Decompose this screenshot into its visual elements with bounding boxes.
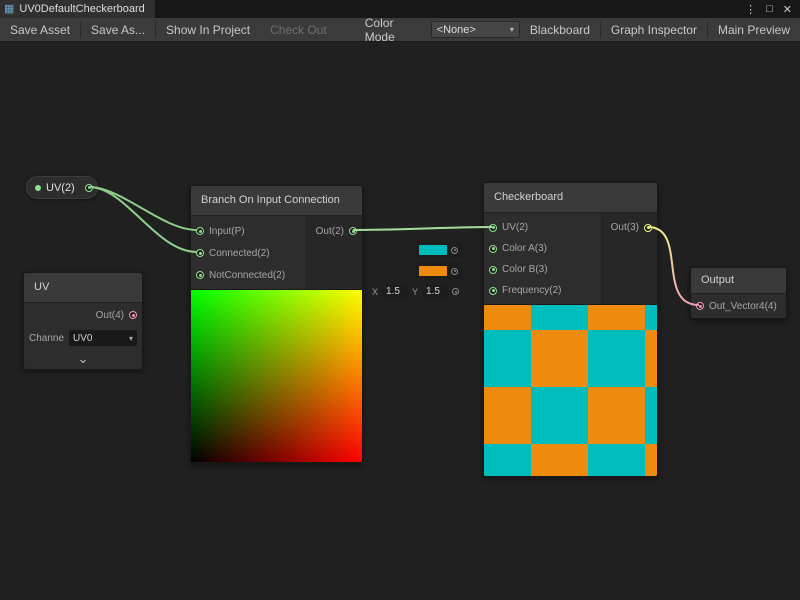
toolbar-right-group: Blackboard Graph Inspector Main Preview (520, 18, 800, 41)
edge-branch-out-to-checkerboard-uv[interactable] (353, 227, 492, 230)
color-b-control (415, 263, 462, 279)
branch-out-port[interactable] (349, 227, 357, 235)
color-b-stub-dot (451, 268, 458, 275)
output-port-label: Out_Vector4(4) (709, 301, 777, 312)
branch-connected-port[interactable] (196, 249, 204, 257)
checkerboard-color-a-label: Color A(3) (502, 243, 547, 254)
checkerboard-color-a-port[interactable] (489, 245, 497, 253)
port-row: Input(P) (191, 220, 306, 242)
frequency-x-label: X (372, 287, 378, 297)
uv-out-port[interactable] (129, 311, 137, 319)
color-a-swatch[interactable] (419, 245, 447, 255)
color-mode-value: <None> (437, 24, 476, 36)
branch-node-title: Branch On Input Connection (191, 186, 362, 216)
graph-inspector-button[interactable]: Graph Inspector (601, 18, 707, 41)
graph-tab[interactable]: ▦ UV0DefaultCheckerboard (0, 0, 155, 18)
checkerboard-out-port[interactable] (644, 224, 652, 232)
branch-input-port[interactable] (196, 227, 204, 235)
frequency-x-input[interactable]: 1.5 (382, 284, 408, 299)
frequency-stub-dot (452, 288, 459, 295)
show-in-project-button[interactable]: Show In Project (156, 18, 260, 41)
collapse-preview-toggle[interactable]: ⌄ (24, 349, 142, 369)
window-controls: ⋮ □ ✕ (745, 0, 800, 18)
node-checkerboard[interactable]: Checkerboard UV(2) Color A(3) Color B(3) (483, 182, 658, 477)
checkerboard-out-label: Out(3) (611, 222, 639, 233)
shader-graph-icon: ▦ (4, 4, 14, 15)
channel-dropdown[interactable]: UV0 ▾ (69, 330, 137, 346)
node-output[interactable]: Output Out_Vector4(4) (690, 267, 787, 319)
kebab-menu-icon[interactable]: ⋮ (745, 3, 756, 16)
checkerboard-node-preview (484, 304, 657, 476)
port-row: UV(2) (484, 217, 601, 238)
branch-node-preview (191, 289, 362, 462)
color-a-stub-dot (451, 247, 458, 254)
edge-uv-to-branch-connected[interactable] (89, 187, 197, 252)
close-icon[interactable]: ✕ (783, 3, 792, 16)
branch-connected-label: Connected(2) (209, 248, 270, 259)
port-row: Color B(3) (484, 259, 601, 280)
uv-pill-out-port[interactable] (85, 184, 93, 192)
frequency-y-input[interactable]: 1.5 (422, 284, 448, 299)
checkerboard-uv-port[interactable] (489, 224, 497, 232)
graph-canvas[interactable]: UV(2) Branch On Input Connection Input(P… (0, 42, 800, 600)
maximize-icon[interactable]: □ (766, 3, 773, 15)
port-row: Color A(3) (484, 238, 601, 259)
edge-uv-to-branch-input[interactable] (89, 187, 197, 230)
output-in-port[interactable] (696, 302, 704, 310)
node-branch-on-input-connection[interactable]: Branch On Input Connection Input(P) Conn… (190, 185, 363, 463)
checkerboard-frequency-port[interactable] (489, 287, 497, 295)
checkerboard-frequency-label: Frequency(2) (502, 285, 561, 296)
tab-bar: ▦ UV0DefaultCheckerboard ⋮ □ ✕ (0, 0, 800, 18)
port-row: Connected(2) (191, 242, 306, 264)
node-uv[interactable]: UV Out(4) Channe UV0 ▾ ⌄ (23, 272, 143, 370)
check-out-button: Check Out (260, 18, 337, 41)
color-b-swatch[interactable] (419, 266, 447, 276)
uv-node-title: UV (24, 273, 142, 303)
main-preview-button[interactable]: Main Preview (708, 18, 800, 41)
color-mode-dropdown[interactable]: <None> ▾ (431, 21, 520, 38)
port-row: Out_Vector4(4) (691, 294, 786, 318)
port-row: NotConnected(2) (191, 264, 306, 286)
color-a-control (415, 242, 462, 258)
frequency-y-label: Y (412, 287, 418, 297)
port-row: Frequency(2) (484, 280, 601, 301)
checkerboard-uv-label: UV(2) (502, 222, 528, 233)
node-uv-pill[interactable]: UV(2) (26, 176, 98, 199)
uv-out-label: Out(4) (96, 310, 124, 321)
branch-out-label: Out(2) (316, 226, 344, 237)
channel-value: UV0 (73, 333, 92, 344)
port-row: Out(4) (24, 303, 142, 327)
color-mode-label: Color Mode (365, 16, 425, 44)
toolbar: Save Asset Save As... Show In Project Ch… (0, 18, 800, 42)
save-asset-button[interactable]: Save Asset (0, 18, 80, 41)
save-as-button[interactable]: Save As... (81, 18, 155, 41)
blackboard-button[interactable]: Blackboard (520, 18, 600, 41)
uv-pill-type-dot (35, 185, 41, 191)
checkerboard-node-title: Checkerboard (484, 183, 657, 213)
chevron-down-icon: ▾ (129, 334, 133, 343)
collapse-chevron-icon: ⌄ (78, 354, 89, 364)
channel-row: Channe UV0 ▾ (24, 327, 142, 349)
tab-title: UV0DefaultCheckerboard (19, 3, 144, 15)
frequency-control: X 1.5 Y 1.5 (372, 284, 459, 299)
port-row: Out(2) (307, 220, 362, 242)
checkerboard-color-b-label: Color B(3) (502, 264, 548, 275)
branch-notconnected-label: NotConnected(2) (209, 270, 285, 281)
checkerboard-color-b-port[interactable] (489, 266, 497, 274)
output-node-title: Output (691, 268, 786, 294)
chevron-down-icon: ▾ (510, 25, 514, 34)
branch-input-label: Input(P) (209, 226, 245, 237)
port-row: Out(3) (602, 217, 657, 238)
color-mode-group: Color Mode <None> ▾ (365, 16, 520, 44)
channel-label: Channe (29, 333, 64, 344)
uv-pill-label: UV(2) (46, 182, 80, 194)
branch-notconnected-port[interactable] (196, 271, 204, 279)
